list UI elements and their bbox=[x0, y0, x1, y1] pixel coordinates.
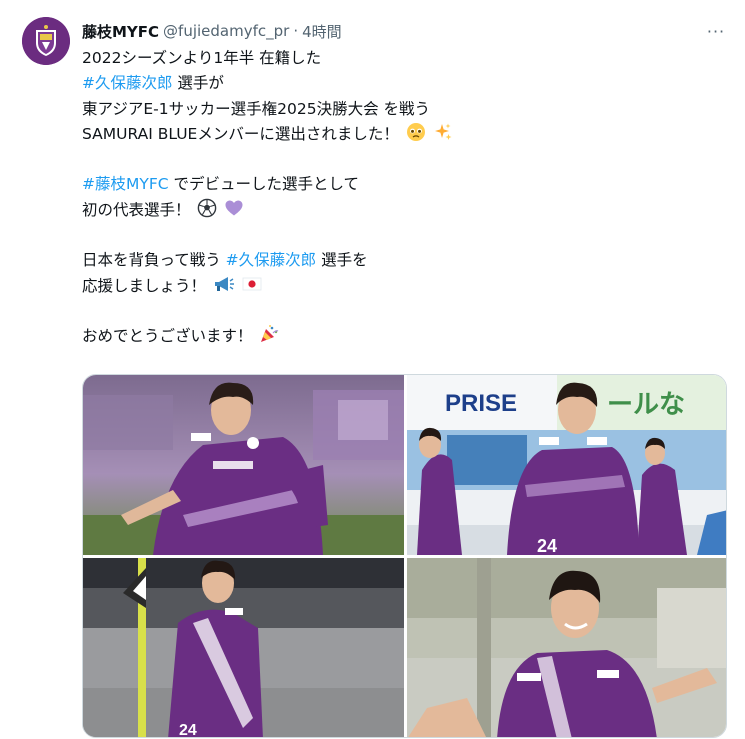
text-segment: 2022シーズンより1年半 在籍した bbox=[82, 49, 322, 67]
tweet-header: 藤枝MYFC @fujiedamyfc_pr · 4時間 bbox=[82, 20, 685, 42]
shirt-number: 24 bbox=[537, 536, 557, 555]
separator-dot: · bbox=[293, 22, 299, 40]
user-handle[interactable]: @fujiedamyfc_pr bbox=[163, 22, 289, 40]
photo-3[interactable]: 24 bbox=[83, 558, 404, 738]
text-line: おめでとうございます！ bbox=[82, 324, 722, 349]
display-name[interactable]: 藤枝MYFC bbox=[82, 21, 159, 42]
sign-text: ールな bbox=[607, 389, 685, 419]
text-segment: 選手を bbox=[316, 251, 368, 270]
text-line: SAMURAI BLUEメンバーに選出されました！ bbox=[82, 122, 722, 147]
hashtag-link[interactable]: #藤枝MYFC bbox=[82, 175, 169, 193]
text-segment: 初の代表選手！ bbox=[82, 200, 191, 219]
hashtag-link[interactable]: #久保藤次郎 bbox=[226, 251, 317, 269]
more-options-icon: ··· bbox=[706, 21, 726, 41]
more-options-button[interactable]: ··· bbox=[703, 18, 729, 44]
text-line: 東アジアE-1サッカー選手権2025決勝大会 を戦う bbox=[82, 97, 722, 122]
text-line: 初の代表選手！ bbox=[82, 198, 722, 223]
photo-2[interactable]: PRISE ールな 24 bbox=[407, 375, 726, 555]
photo-grid: PRISE ールな 24 24 bbox=[82, 374, 727, 738]
text-line: 応援しましょう！ bbox=[82, 274, 722, 299]
sparkles-icon bbox=[433, 122, 453, 150]
text-segment: 選手が bbox=[172, 74, 224, 93]
party-popper-icon bbox=[259, 324, 279, 352]
pleading-face-icon bbox=[406, 122, 426, 150]
soccer-ball-icon bbox=[197, 198, 217, 226]
tweet-card[interactable]: 藤枝MYFC @fujiedamyfc_pr · 4時間 ··· 2022シーズ… bbox=[0, 0, 745, 739]
banner-text: PRISE bbox=[445, 390, 517, 417]
photo-1[interactable] bbox=[83, 375, 404, 555]
club-crest-icon bbox=[22, 17, 70, 65]
purple-heart-icon bbox=[224, 198, 244, 226]
text-segment: SAMURAI BLUEメンバーに選出されました！ bbox=[82, 124, 399, 143]
avatar[interactable] bbox=[22, 17, 70, 65]
text-line: #藤枝MYFC でデビューした選手として bbox=[82, 172, 722, 197]
hashtag-link[interactable]: #久保藤次郎 bbox=[82, 74, 173, 92]
text-segment: でデビューした選手として bbox=[168, 175, 360, 194]
photo-4[interactable] bbox=[407, 558, 726, 737]
tweet-text: 2022シーズンより1年半 在籍した #久保藤次郎 選手が 東アジアE-1サッカ… bbox=[82, 46, 722, 350]
timestamp[interactable]: 4時間 bbox=[302, 21, 342, 42]
text-segment: 応援しましょう！ bbox=[82, 276, 207, 295]
megaphone-icon bbox=[213, 274, 235, 302]
text-line: #久保藤次郎 選手が bbox=[82, 71, 722, 96]
text-segment: おめでとうございます！ bbox=[82, 327, 253, 346]
text-segment: 日本を背負って戦う bbox=[82, 251, 226, 270]
text-line: 日本を背負って戦う #久保藤次郎 選手を bbox=[82, 248, 722, 273]
text-line: 2022シーズンより1年半 在籍した bbox=[82, 46, 722, 71]
japan-flag-icon bbox=[242, 274, 262, 302]
shirt-number: 24 bbox=[179, 722, 197, 738]
text-segment: 東アジアE-1サッカー選手権2025決勝大会 を戦う bbox=[82, 99, 431, 118]
